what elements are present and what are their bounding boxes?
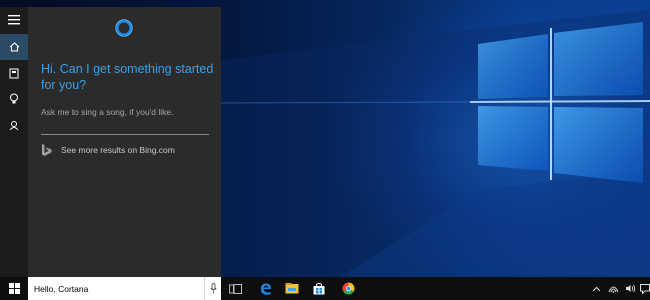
chrome-icon[interactable] [336,277,360,300]
cortana-sidebar [0,7,28,277]
bing-icon [42,144,52,156]
microphone-icon[interactable] [204,277,222,300]
file-explorer-icon[interactable] [280,277,304,300]
bing-results-link[interactable]: See more results on Bing.com [41,143,175,157]
network-icon[interactable] [605,277,621,300]
cortana-search-box[interactable] [28,277,221,300]
cortana-panel: Hi. Can I get something started for you?… [28,7,221,277]
menu-icon[interactable] [0,7,28,33]
feedback-icon[interactable] [0,112,28,138]
divider [41,134,209,135]
task-view-icon[interactable] [223,277,247,300]
store-icon[interactable] [307,277,331,300]
cortana-ring-icon [115,19,133,37]
cortana-greeting: Hi. Can I get something started for you? [41,62,214,92]
edge-icon[interactable] [253,277,277,300]
notebook-icon[interactable] [0,60,28,86]
notifications-icon[interactable] [637,277,650,300]
bing-link-label: See more results on Bing.com [61,145,175,155]
cortana-hint: Ask me to sing a song, if you'd like. [41,107,174,117]
home-icon[interactable] [0,34,28,60]
volume-icon[interactable] [622,277,638,300]
windows-start-icon[interactable] [0,277,28,300]
search-input[interactable] [28,277,198,300]
taskbar [0,277,650,300]
chevron-up-icon[interactable] [588,277,604,300]
lightbulb-icon[interactable] [0,86,28,112]
